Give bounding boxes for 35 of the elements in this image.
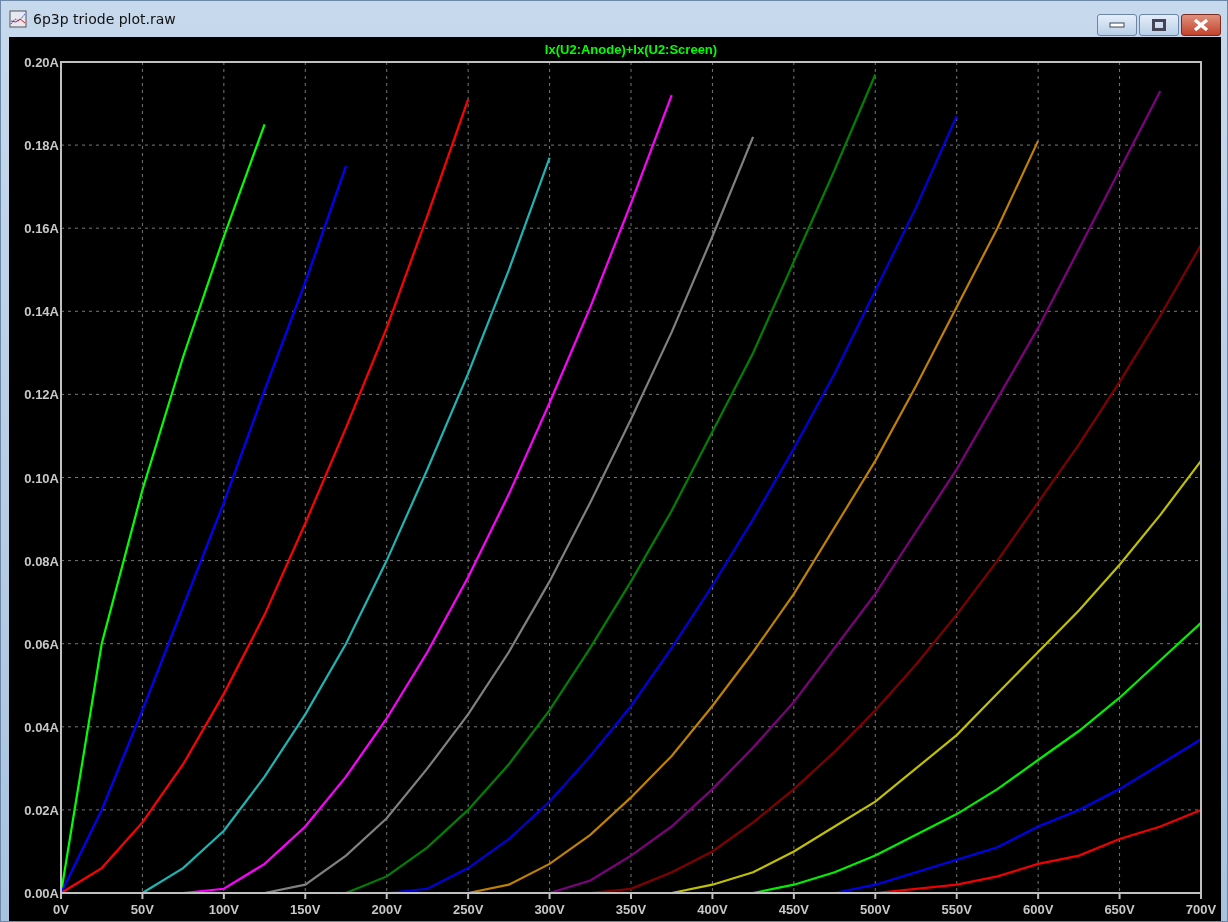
x-tick-label: 450V [778, 902, 810, 917]
x-tick-label: 300V [534, 902, 565, 917]
y-tick-label: 0.02A [24, 802, 59, 818]
maximize-button[interactable] [1139, 14, 1179, 36]
y-tick-label: 0.08A [24, 553, 59, 569]
y-tick-label: 0.12A [24, 387, 59, 403]
y-tick-label: 0.00A [24, 886, 59, 901]
x-tick-label: 50V [130, 902, 154, 917]
x-tick-label: 400V [697, 902, 728, 917]
y-tick-label: 0.16A [24, 221, 59, 237]
x-tick-label: 100V [208, 902, 240, 917]
x-tick-label: 650V [1104, 902, 1135, 917]
close-button[interactable] [1181, 14, 1221, 36]
x-tick-label: 150V [290, 902, 321, 917]
y-tick-label: 0.04A [24, 719, 59, 735]
y-tick-label: 0.18A [24, 138, 59, 154]
x-tick-label: 550V [941, 902, 972, 917]
close-icon [1193, 18, 1209, 32]
y-tick-label: 0.14A [24, 304, 59, 320]
x-tick-label: 0V [53, 902, 69, 917]
y-tick-label: 0.20A [24, 55, 59, 70]
x-tick-label: 200V [371, 902, 402, 917]
maximize-icon [1152, 19, 1166, 31]
chart-title: Ix(U2:Anode)+Ix(U2:Screen) [544, 42, 718, 57]
plot-icon [9, 10, 27, 28]
x-tick-label: 700V [1185, 902, 1217, 917]
minimize-button[interactable] [1097, 14, 1137, 36]
x-tick-label: 500V [860, 902, 891, 917]
minimize-icon [1109, 21, 1125, 29]
y-tick-label: 0.06A [24, 636, 59, 652]
x-tick-label: 600V [1022, 902, 1054, 917]
window-title: 6p3p triode plot.raw [33, 11, 177, 27]
y-tick-label: 0.10A [24, 470, 59, 486]
x-tick-label: 250V [452, 902, 484, 917]
x-tick-label: 350V [615, 902, 647, 917]
